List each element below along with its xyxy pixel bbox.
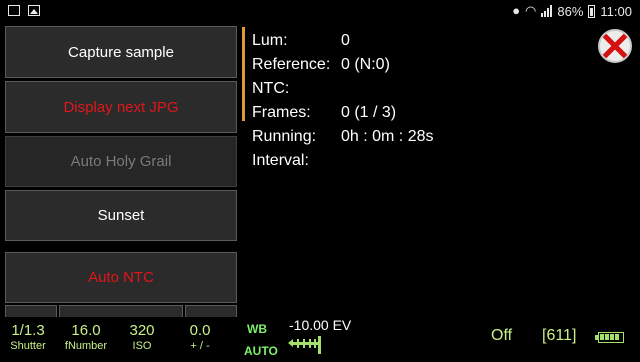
running-value: 0h : 0m : 28s: [341, 128, 434, 145]
battery-icon: [588, 4, 596, 18]
iso-label: ISO: [132, 340, 152, 352]
frames-value: 0 (1 / 3): [341, 104, 397, 121]
auto-ntc-button[interactable]: Auto NTC: [5, 252, 237, 303]
partial-button-left[interactable]: [5, 305, 57, 317]
partial-button-right[interactable]: [185, 305, 237, 317]
location-icon: ●: [512, 3, 521, 18]
auto-ntc-label: Auto NTC: [88, 269, 154, 286]
shots-remaining: [611]: [542, 327, 577, 344]
info-panel: Lum: 0 Reference: 0 (N:0) NTC: Frames: 0…: [252, 29, 434, 173]
wb-label: WB: [247, 322, 267, 336]
clock: 11:00: [600, 3, 632, 19]
auto-holy-grail-button[interactable]: Auto Holy Grail: [5, 136, 237, 187]
gallery-icon: [28, 5, 40, 16]
sunset-label: Sunset: [97, 207, 145, 224]
capture-sample-label: Capture sample: [68, 43, 174, 61]
display-next-jpg-button[interactable]: Display next JPG: [5, 81, 237, 133]
frames-row: Frames: 0 (1 / 3): [252, 101, 434, 125]
ntc-label: NTC:: [252, 80, 290, 97]
wifi-icon: ◠: [525, 3, 537, 18]
interval-label: Interval:: [252, 152, 309, 169]
info-accent-bar: [242, 27, 245, 121]
interval-row: Interval:: [252, 149, 434, 173]
status-bar-right: ● ◠ 86% 11:00: [512, 3, 632, 19]
reference-row: Reference: 0 (N:0): [252, 53, 434, 77]
reference-value: 0 (N:0): [341, 56, 390, 73]
screenshot-icon: [8, 5, 20, 16]
ev-comp-control[interactable]: 0.0 + / -: [182, 322, 218, 353]
mode-status[interactable]: Off: [491, 327, 512, 345]
running-label: Running:: [252, 128, 317, 145]
close-button[interactable]: [598, 29, 632, 63]
lum-label: Lum:: [252, 32, 288, 49]
fnumber-control[interactable]: 16.0 fNumber: [62, 322, 110, 353]
camera-battery-icon: [595, 332, 624, 343]
shutter-label: Shutter: [10, 340, 46, 352]
wb-value: AUTO: [244, 344, 278, 358]
ntc-row: NTC:: [252, 77, 434, 101]
shutter-value: 1/1.3: [11, 322, 45, 339]
status-bar: ● ◠ 86% 11:00: [0, 0, 640, 24]
shutter-control[interactable]: 1/1.3 Shutter: [6, 322, 50, 353]
iso-control[interactable]: 320 ISO: [124, 322, 160, 353]
sunset-button[interactable]: Sunset: [5, 190, 237, 241]
battery-percent: 86%: [557, 3, 584, 19]
ev-scale-readout: -10.00 EV: [289, 317, 352, 333]
signal-icon: [541, 5, 553, 17]
ev-comp-label: + / -: [190, 340, 210, 352]
display-next-jpg-label: Display next JPG: [63, 98, 179, 116]
ev-comp-value: 0.0: [189, 322, 211, 339]
white-balance-control[interactable]: WB AUTO: [244, 318, 278, 362]
lum-row: Lum: 0: [252, 29, 434, 53]
partial-button-middle[interactable]: [59, 305, 183, 317]
reference-label: Reference:: [252, 56, 331, 73]
running-row: Running: 0h : 0m : 28s: [252, 125, 434, 149]
capture-sample-button[interactable]: Capture sample: [5, 26, 237, 78]
lum-value: 0: [341, 32, 350, 49]
ev-scale-icon: [288, 336, 322, 354]
status-bar-left: [8, 5, 40, 16]
frames-label: Frames:: [252, 104, 311, 121]
iso-value: 320: [129, 322, 155, 339]
auto-holy-grail-label: Auto Holy Grail: [70, 153, 172, 170]
fnumber-label: fNumber: [64, 340, 108, 352]
fnumber-value: 16.0: [71, 322, 101, 339]
